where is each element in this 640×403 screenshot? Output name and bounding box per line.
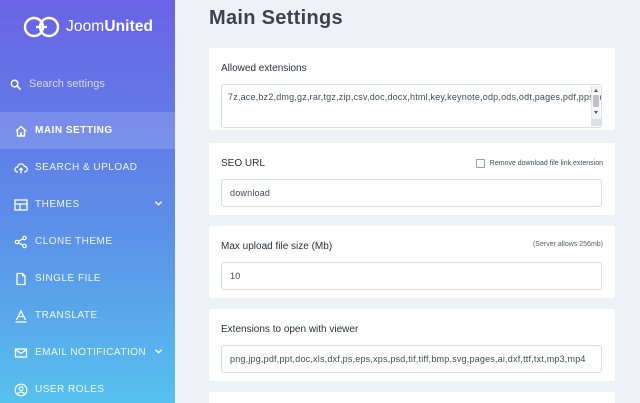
sidebar-item-label: MAIN SETTING xyxy=(35,125,113,136)
brand-logo[interactable]: JoomUnited xyxy=(22,12,153,42)
sidebar-item-label: THEMES xyxy=(35,199,80,210)
sidebar-menu: MAIN SETTING SEARCH & UPLOAD THEMES CLON… xyxy=(0,112,175,403)
search-icon xyxy=(10,79,21,90)
viewer-extensions-label: Extensions to open with viewer xyxy=(221,324,359,335)
share-icon xyxy=(14,235,28,249)
joomunited-logo-icon xyxy=(23,16,60,38)
sidebar-item-user-roles[interactable]: USER ROLES xyxy=(0,371,175,403)
home-icon xyxy=(14,124,28,138)
max-upload-card: Max upload file size (Mb) (Server allows… xyxy=(209,226,615,298)
allowed-extensions-label: Allowed extensions xyxy=(221,63,307,74)
server-limit-hint: (Server allows 256mb) xyxy=(532,241,603,248)
allowed-extensions-card: Allowed extensions 7z,ace,bz2,dmg,gz,rar… xyxy=(209,48,615,130)
user-icon xyxy=(14,383,28,397)
remove-link-extension-label: Remove download file link extension xyxy=(489,160,603,167)
sidebar-item-clone-theme[interactable]: CLONE THEME xyxy=(0,223,175,260)
file-icon xyxy=(14,272,28,286)
main-content: Main Settings Allowed extensions 7z,ace,… xyxy=(175,0,640,403)
allowed-extensions-textarea[interactable]: 7z,ace,bz2,dmg,gz,rar,tgz,zip,csv,doc,do… xyxy=(221,84,602,128)
sidebar: JoomUnited Search settings MAIN SETTING … xyxy=(0,0,175,403)
page-title: Main Settings xyxy=(209,7,343,29)
cloud-upload-icon xyxy=(14,161,28,175)
sidebar-item-email-notification[interactable]: EMAIL NOTIFICATION xyxy=(0,334,175,371)
chevron-down-icon xyxy=(154,349,163,354)
sidebar-item-translate[interactable]: TRANSLATE xyxy=(0,297,175,334)
remove-link-extension-toggle[interactable]: Remove download file link extension xyxy=(471,159,603,168)
sidebar-item-label: CLONE THEME xyxy=(35,236,113,247)
brand-name: JoomUnited xyxy=(66,18,154,35)
viewer-extensions-card: Extensions to open with viewer png,jpg,p… xyxy=(209,309,615,381)
translate-icon xyxy=(14,309,28,323)
chevron-down-icon xyxy=(154,201,163,206)
settings-search[interactable]: Search settings xyxy=(10,76,168,92)
sidebar-item-label: TRANSLATE xyxy=(35,310,98,321)
viewer-extensions-input[interactable]: png,jpg,pdf,ppt,doc,xls,dxf,ps,eps,xps,p… xyxy=(221,345,602,373)
sidebar-item-label: USER ROLES xyxy=(35,384,105,395)
sidebar-item-search-upload[interactable]: SEARCH & UPLOAD xyxy=(0,149,175,186)
max-upload-input[interactable]: 10 xyxy=(221,262,602,290)
envelope-icon xyxy=(14,346,28,360)
scroll-up-icon[interactable] xyxy=(594,89,598,92)
seo-url-label: SEO URL xyxy=(221,158,265,169)
sidebar-item-label: SINGLE FILE xyxy=(35,273,102,284)
seo-url-card: SEO URL Remove download file link extens… xyxy=(209,143,615,215)
scroll-thumb[interactable] xyxy=(593,95,599,107)
sidebar-item-themes[interactable]: THEMES xyxy=(0,186,175,223)
remove-link-extension-checkbox[interactable] xyxy=(475,159,485,168)
next-settings-card xyxy=(209,392,615,403)
max-upload-label: Max upload file size (Mb) xyxy=(221,241,333,252)
sidebar-item-main-setting[interactable]: MAIN SETTING xyxy=(0,112,175,149)
seo-url-input[interactable]: download xyxy=(221,179,602,207)
allowed-extensions-value: 7z,ace,bz2,dmg,gz,rar,tgz,zip,csv,doc,do… xyxy=(228,92,601,102)
scroll-down-icon[interactable] xyxy=(594,111,598,114)
sidebar-item-label: SEARCH & UPLOAD xyxy=(35,162,138,173)
layout-icon xyxy=(14,198,28,212)
search-input[interactable]: Search settings xyxy=(29,78,105,90)
resize-handle[interactable] xyxy=(591,119,601,126)
sidebar-item-single-file[interactable]: SINGLE FILE xyxy=(0,260,175,297)
textarea-scrollbar[interactable] xyxy=(591,86,601,126)
sidebar-item-label: EMAIL NOTIFICATION xyxy=(35,347,147,358)
